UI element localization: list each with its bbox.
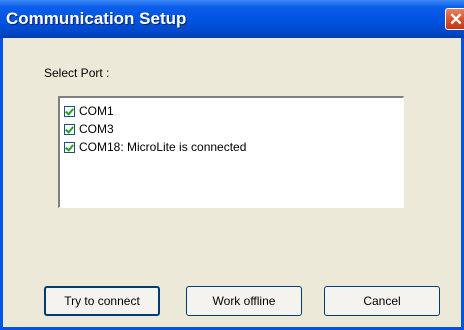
port-list[interactable]: COM1 COM3 COM18: MicroLite is connected [58,96,404,208]
title-bar[interactable]: Communication Setup ✕ [0,0,464,38]
port-item-com3[interactable]: COM3 [64,120,114,138]
port-item-label: COM1 [79,104,114,118]
port-checkbox[interactable] [64,141,75,153]
port-checkbox[interactable] [64,123,75,135]
work-offline-button[interactable]: Work offline [186,286,302,316]
close-button[interactable]: ✕ [445,8,464,30]
window-frame-left [0,38,3,330]
port-item-label: COM3 [79,122,114,136]
port-item-com18[interactable]: COM18: MicroLite is connected [64,138,246,156]
close-icon: ✕ [448,10,464,29]
communication-setup-dialog: Communication Setup ✕ Select Port : COM1… [0,0,464,330]
window-title: Communication Setup [6,9,187,28]
port-item-label: COM18: MicroLite is connected [79,140,247,154]
port-item-com1[interactable]: COM1 [64,102,114,120]
select-port-label: Select Port : [44,66,110,80]
port-checkbox[interactable] [64,105,75,117]
cancel-button[interactable]: Cancel [324,286,440,316]
try-to-connect-button[interactable]: Try to connect [44,286,160,316]
